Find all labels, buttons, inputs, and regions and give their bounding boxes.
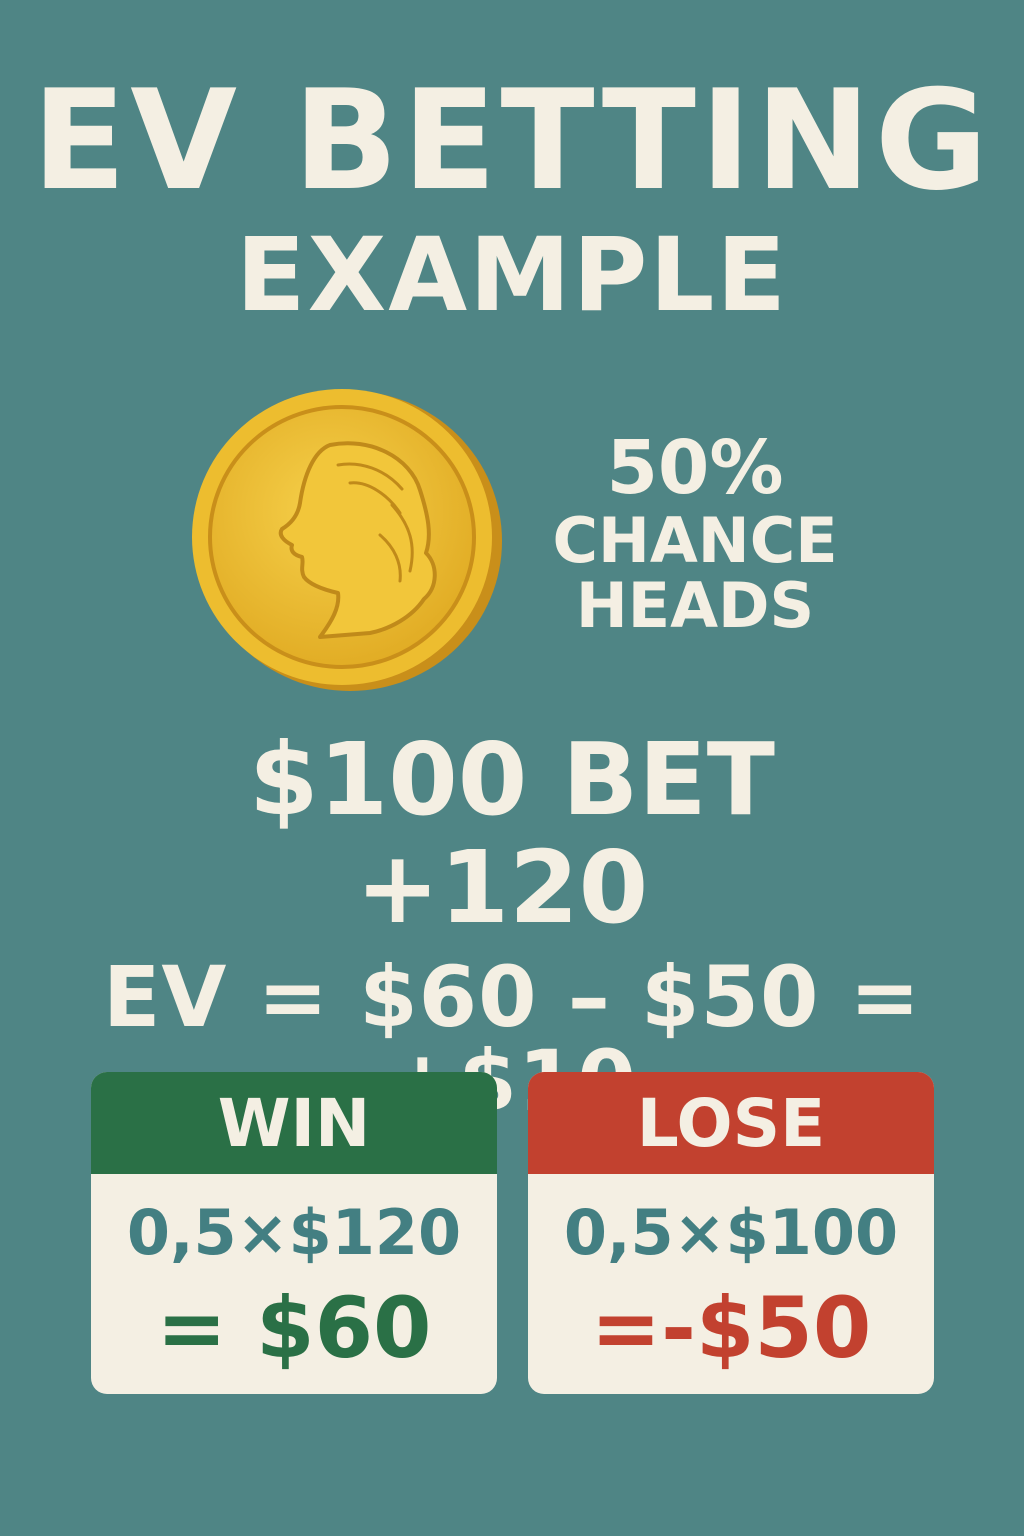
win-card: WIN 0,5×$120 = $60 (91, 1072, 497, 1394)
lose-result: =-$50 (590, 1279, 872, 1377)
win-calculation: 0,5×$120 (126, 1196, 462, 1269)
title-line-1: EV BETTING (31, 60, 993, 221)
gold-coin-profile-icon (192, 389, 502, 691)
bet-odds: +120 (355, 829, 649, 946)
title-line-2: EXAMPLE (235, 216, 789, 335)
heads-label: HEADS (575, 568, 815, 642)
lose-calculation: 0,5×$100 (563, 1196, 899, 1269)
bet-amount: $100 BET (249, 721, 775, 838)
win-card-header: WIN (91, 1072, 497, 1174)
lose-card-header: LOSE (528, 1072, 934, 1174)
chance-percent: 50% (606, 425, 784, 511)
chance-label: CHANCE (552, 503, 838, 577)
lose-card: LOSE 0,5×$100 =-$50 (528, 1072, 934, 1394)
win-result: = $60 (156, 1279, 432, 1377)
chance-text: 50% CHANCE HEADS (540, 425, 850, 642)
